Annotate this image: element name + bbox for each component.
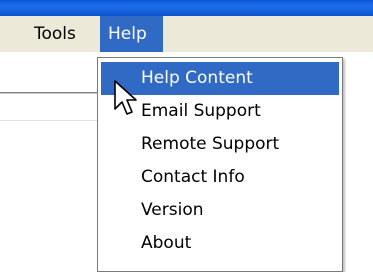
menu-item-remote-support[interactable]: Remote Support [101,128,339,161]
menu-item-contact-info[interactable]: Contact Info [101,161,339,194]
menubar-item-partial[interactable]: : [0,16,12,52]
help-menu-dropdown: Help Content Email Support Remote Suppor… [97,57,343,272]
menubar-item-tools[interactable]: Tools [26,16,84,52]
menu-item-version[interactable]: Version [101,194,339,227]
menu-item-about[interactable]: About [101,227,339,260]
menu-bar: : Tools Help [0,16,373,52]
menu-item-email-support[interactable]: Email Support [101,95,339,128]
title-bar [0,0,373,16]
menu-item-help-content[interactable]: Help Content [101,62,339,95]
menubar-item-help[interactable]: Help [100,16,163,52]
application-window: : Tools Help Help Content Email Support … [0,0,373,272]
